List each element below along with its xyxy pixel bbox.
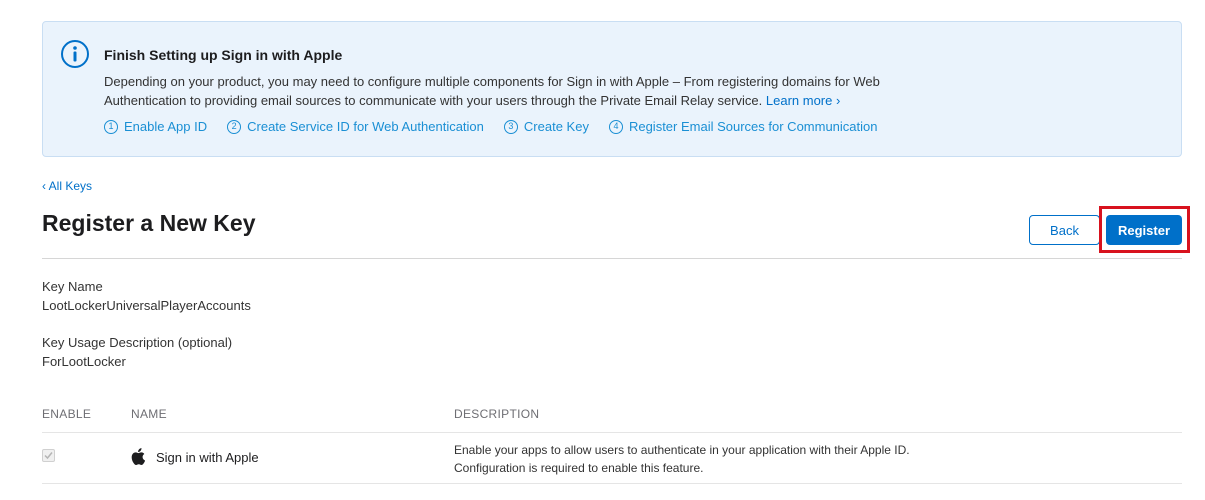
step-number: 3 xyxy=(503,119,518,134)
key-usage-label: Key Usage Description (optional) xyxy=(42,335,233,350)
banner-title: Finish Setting up Sign in with Apple xyxy=(104,47,343,63)
step-label: Create Service ID for Web Authentication xyxy=(247,119,484,134)
step-number: 2 xyxy=(227,119,242,134)
column-header-name: NAME xyxy=(131,407,167,421)
column-header-description: DESCRIPTION xyxy=(454,407,540,421)
key-name-value: LootLockerUniversalPlayerAccounts xyxy=(42,298,251,313)
all-keys-link[interactable]: ‹ All Keys xyxy=(42,179,92,193)
table-header-divider xyxy=(42,432,1182,433)
apple-icon xyxy=(131,448,145,465)
step-register-email-sources[interactable]: 4 Register Email Sources for Communicati… xyxy=(608,119,878,134)
step-number: 4 xyxy=(608,119,623,134)
title-divider xyxy=(42,258,1182,259)
step-label: Create Key xyxy=(523,119,589,134)
register-key-page: Finish Setting up Sign in with Apple Dep… xyxy=(0,0,1205,500)
page-title: Register a New Key xyxy=(42,210,256,236)
table-row-divider xyxy=(42,483,1182,484)
key-usage-value: ForLootLocker xyxy=(42,354,126,369)
step-number: 1 xyxy=(104,119,118,134)
capability-description: Enable your apps to allow users to authe… xyxy=(454,443,910,475)
back-button[interactable]: Back xyxy=(1029,215,1100,245)
learn-more-link[interactable]: Learn more › xyxy=(766,93,840,108)
banner-body: Depending on your product, you may need … xyxy=(104,72,924,110)
register-button[interactable]: Register xyxy=(1106,215,1182,245)
enable-checkbox[interactable] xyxy=(42,449,55,462)
setup-steps: 1 Enable App ID 2 Create Service ID for … xyxy=(104,119,898,134)
step-label: Enable App ID xyxy=(124,119,208,134)
banner-body-text: Depending on your product, you may need … xyxy=(104,74,880,108)
info-icon xyxy=(61,40,89,68)
info-banner: Finish Setting up Sign in with Apple Dep… xyxy=(42,21,1182,157)
capability-name: Sign in with Apple xyxy=(156,450,259,465)
checkmark-icon xyxy=(44,452,53,460)
step-enable-app-id[interactable]: 1 Enable App ID xyxy=(104,119,207,134)
key-name-label: Key Name xyxy=(42,279,103,294)
step-create-service-id[interactable]: 2 Create Service ID for Web Authenticati… xyxy=(227,119,484,134)
column-header-enable: ENABLE xyxy=(42,407,92,421)
step-label: Register Email Sources for Communication xyxy=(628,119,878,134)
step-create-key[interactable]: 3 Create Key xyxy=(503,119,589,134)
